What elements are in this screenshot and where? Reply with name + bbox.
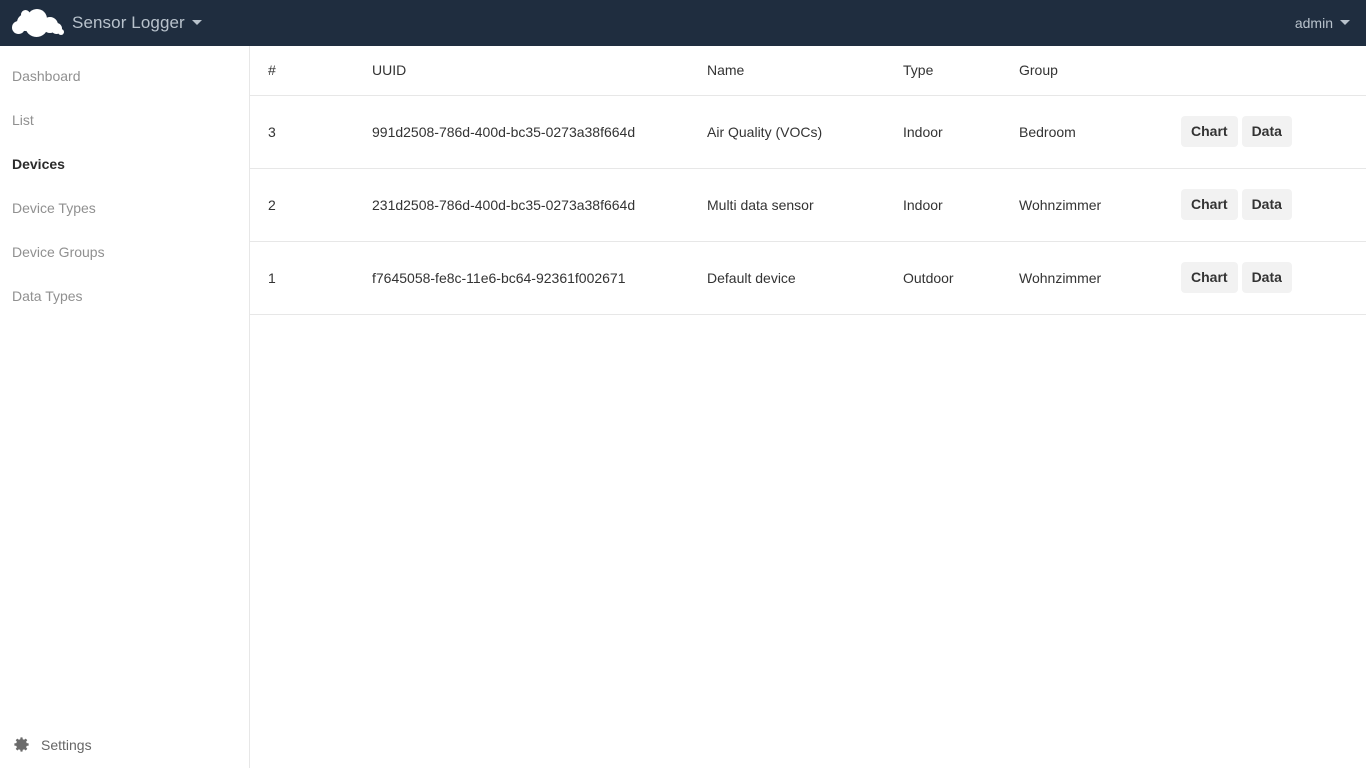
sidebar-link-device-types[interactable]: Device Types	[0, 186, 249, 230]
settings-label: Settings	[41, 737, 92, 753]
table-row[interactable]: 3 991d2508-786d-400d-bc35-0273a38f664d A…	[250, 96, 1366, 169]
cell-name: Air Quality (VOCs)	[707, 96, 903, 169]
chart-button[interactable]: Chart	[1181, 262, 1238, 293]
data-button[interactable]: Data	[1242, 116, 1292, 147]
sidebar-link-dashboard[interactable]: Dashboard	[0, 54, 249, 98]
cell-type: Indoor	[903, 96, 1019, 169]
cell-group: Wohnzimmer	[1019, 169, 1181, 242]
cell-name: Multi data sensor	[707, 169, 903, 242]
top-header-bar: Sensor Logger admin	[0, 0, 1366, 46]
devices-table-head: # UUID Name Type Group	[250, 46, 1366, 96]
sidebar-item-devices[interactable]: Devices	[0, 142, 249, 186]
cell-group: Wohnzimmer	[1019, 242, 1181, 315]
devices-table-body: 3 991d2508-786d-400d-bc35-0273a38f664d A…	[250, 96, 1366, 315]
data-button[interactable]: Data	[1242, 189, 1292, 220]
gear-icon	[12, 735, 31, 754]
cell-index: 1	[250, 242, 302, 315]
column-header-type[interactable]: Type	[903, 46, 1019, 96]
column-header-name[interactable]: Name	[707, 46, 903, 96]
sidebar-nav-list: Dashboard List Devices Device Types Devi…	[0, 46, 249, 318]
cell-type: Indoor	[903, 169, 1019, 242]
sidebar-link-devices[interactable]: Devices	[0, 142, 249, 186]
cell-uuid: 991d2508-786d-400d-bc35-0273a38f664d	[302, 96, 707, 169]
cell-type: Outdoor	[903, 242, 1019, 315]
sidebar-item-settings[interactable]: Settings	[0, 725, 249, 768]
cell-uuid: 231d2508-786d-400d-bc35-0273a38f664d	[302, 169, 707, 242]
sidebar-item-list[interactable]: List	[0, 98, 249, 142]
devices-table: # UUID Name Type Group 3 991d2508-786d-4…	[250, 46, 1366, 315]
sidebar-item-dashboard[interactable]: Dashboard	[0, 54, 249, 98]
chart-button[interactable]: Chart	[1181, 116, 1238, 147]
table-row[interactable]: 2 231d2508-786d-400d-bc35-0273a38f664d M…	[250, 169, 1366, 242]
column-header-index[interactable]: #	[250, 46, 302, 96]
app-title: Sensor Logger	[72, 0, 185, 46]
cell-actions: ChartData	[1181, 96, 1366, 169]
cell-uuid: f7645058-fe8c-11e6-bc64-92361f002671	[302, 242, 707, 315]
sidebar-item-device-types[interactable]: Device Types	[0, 186, 249, 230]
cloud-logo-icon	[12, 8, 64, 38]
cell-index: 2	[250, 169, 302, 242]
sidebar-item-device-groups[interactable]: Device Groups	[0, 230, 249, 274]
user-menu-label: admin	[1295, 0, 1333, 46]
sidebar-item-data-types[interactable]: Data Types	[0, 274, 249, 318]
data-button[interactable]: Data	[1242, 262, 1292, 293]
sidebar: Dashboard List Devices Device Types Devi…	[0, 46, 250, 768]
cell-actions: ChartData	[1181, 242, 1366, 315]
sidebar-link-data-types[interactable]: Data Types	[0, 274, 249, 318]
sidebar-link-device-groups[interactable]: Device Groups	[0, 230, 249, 274]
app-brand[interactable]: Sensor Logger	[0, 0, 202, 46]
chevron-down-icon[interactable]	[192, 20, 202, 25]
column-header-actions	[1181, 46, 1366, 96]
chevron-down-icon[interactable]	[1340, 20, 1350, 25]
chart-button[interactable]: Chart	[1181, 189, 1238, 220]
table-header-row: # UUID Name Type Group	[250, 46, 1366, 96]
user-menu[interactable]: admin	[1295, 0, 1366, 46]
table-row[interactable]: 1 f7645058-fe8c-11e6-bc64-92361f002671 D…	[250, 242, 1366, 315]
cell-actions: ChartData	[1181, 169, 1366, 242]
column-header-group[interactable]: Group	[1019, 46, 1181, 96]
column-header-uuid[interactable]: UUID	[302, 46, 707, 96]
cell-group: Bedroom	[1019, 96, 1181, 169]
cell-name: Default device	[707, 242, 903, 315]
sidebar-link-list[interactable]: List	[0, 98, 249, 142]
main-content: # UUID Name Type Group 3 991d2508-786d-4…	[250, 46, 1366, 768]
cell-index: 3	[250, 96, 302, 169]
